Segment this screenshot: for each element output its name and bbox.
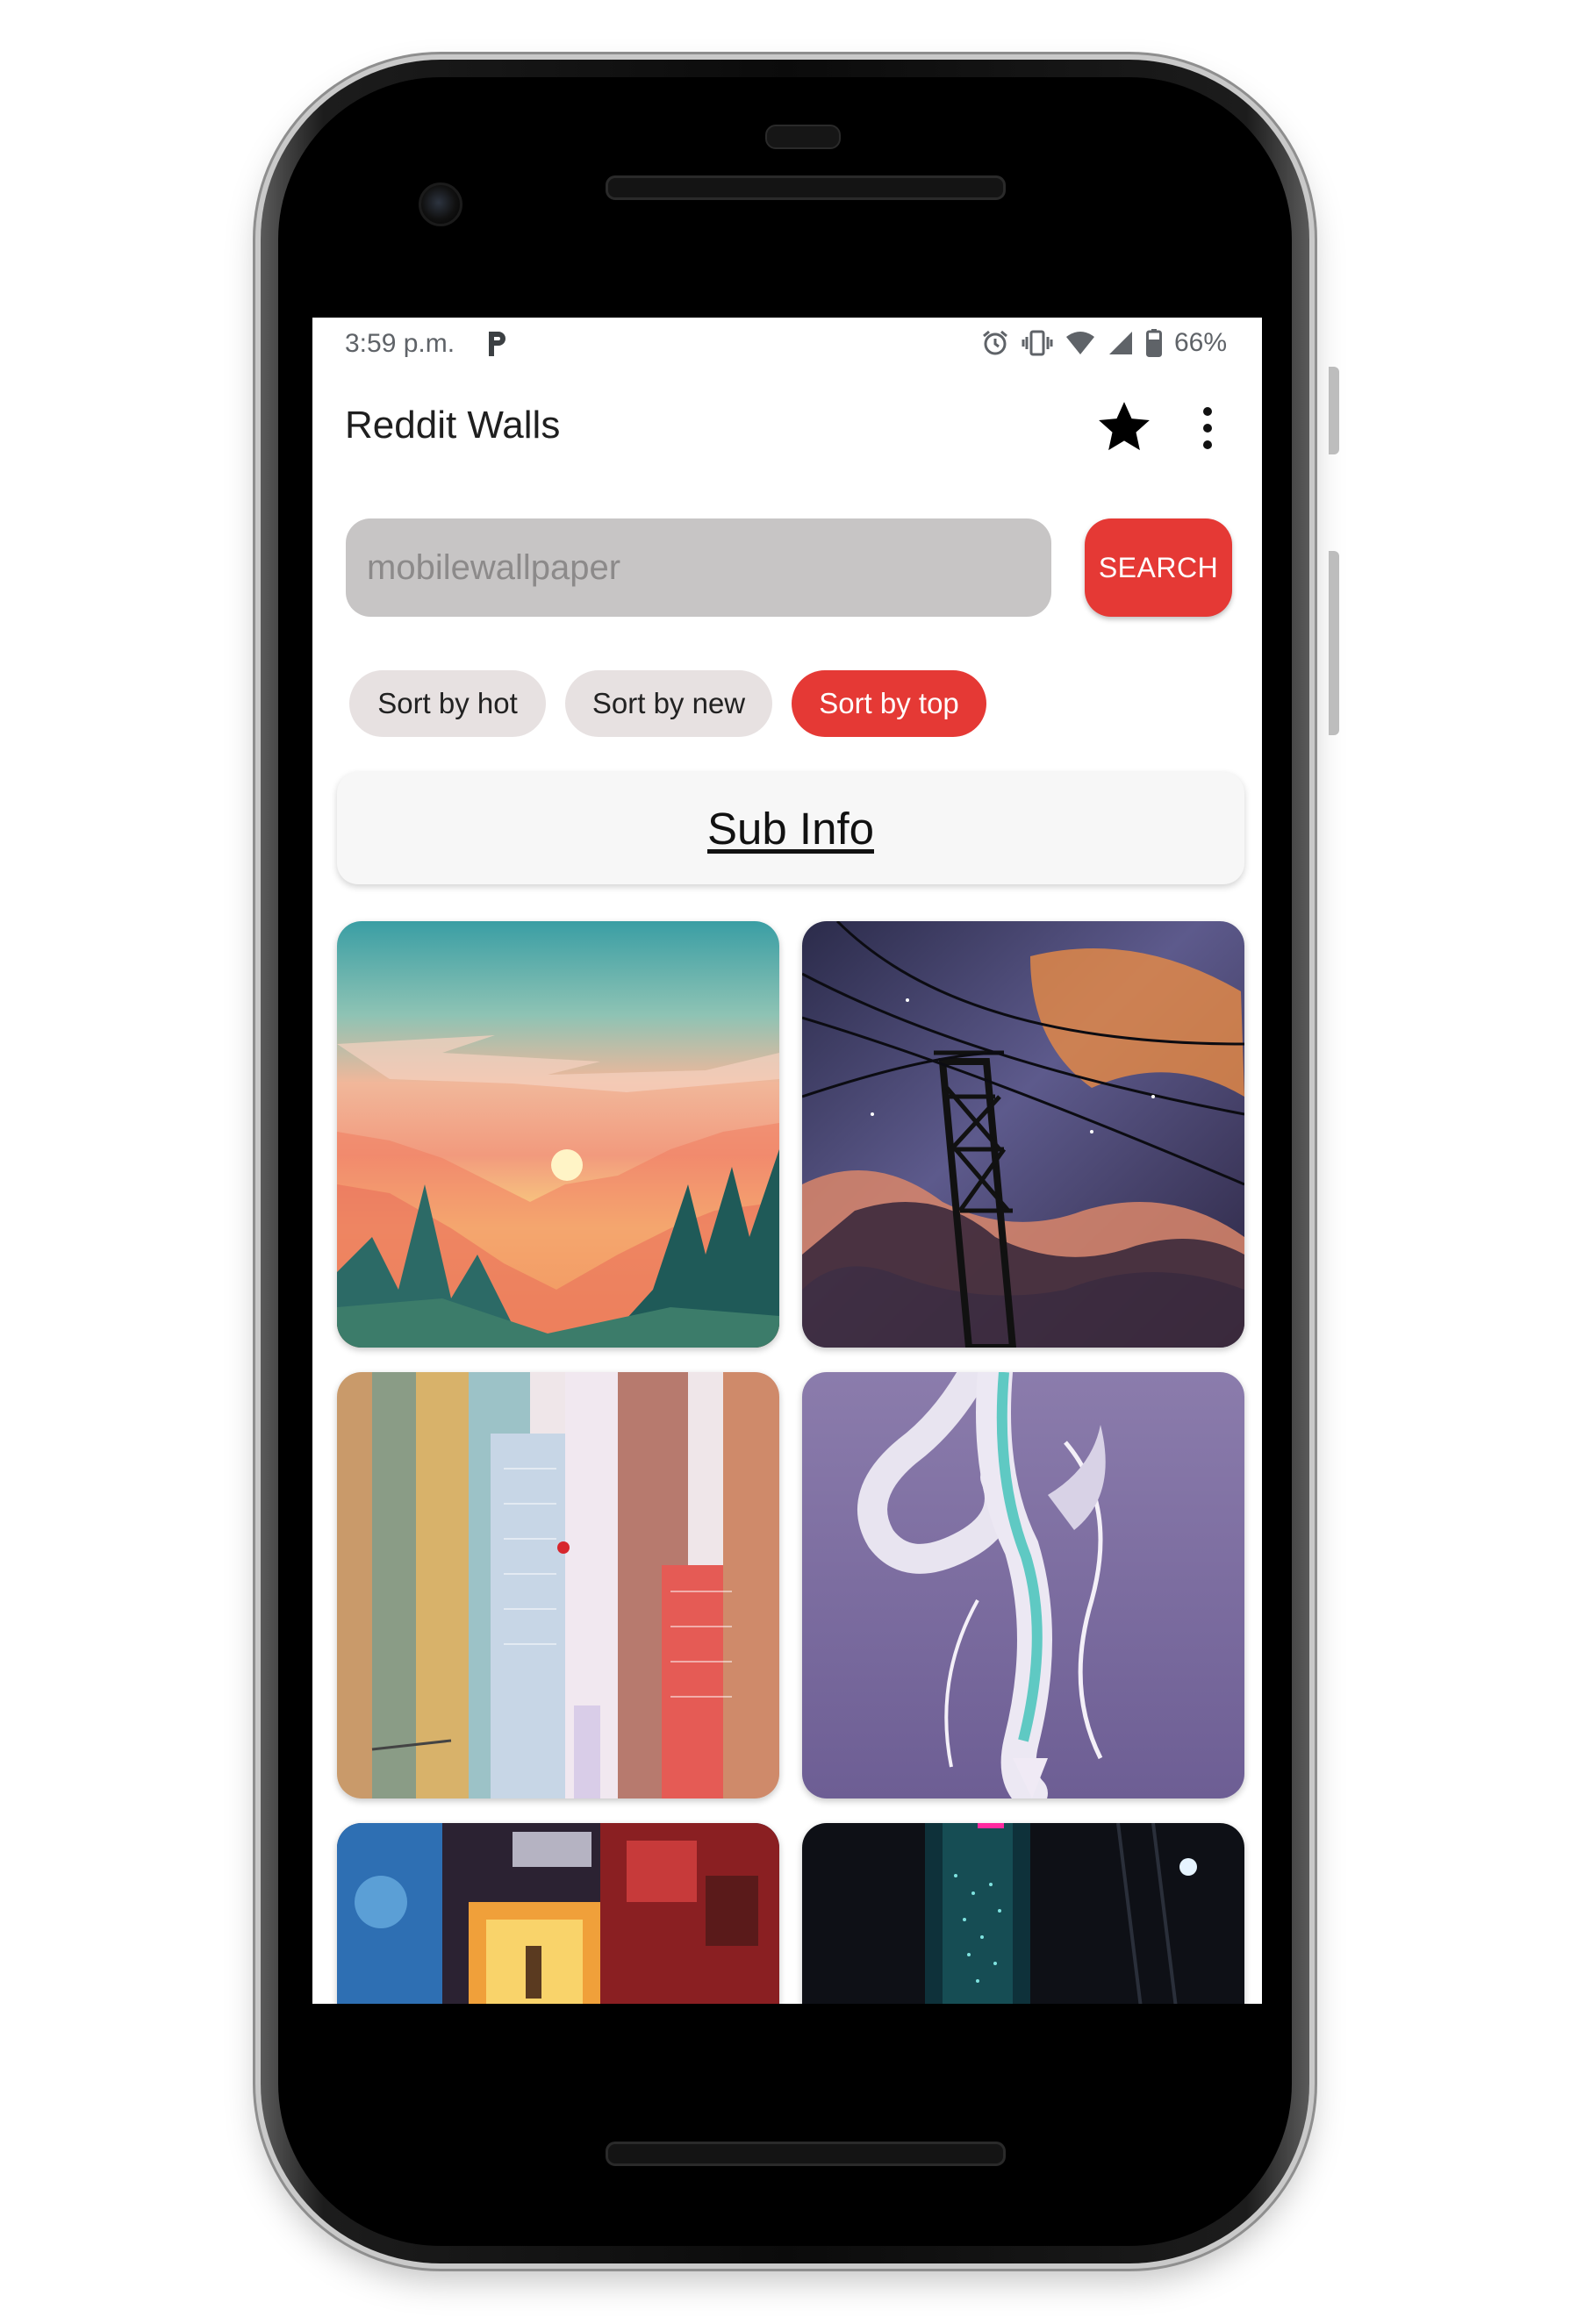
white-dragon-image xyxy=(802,1372,1244,1798)
wallpaper-tile-power-lines[interactable] xyxy=(802,921,1244,1348)
battery-percent: 66% xyxy=(1173,328,1227,357)
wallpaper-tile-city[interactable] xyxy=(337,1372,779,1798)
volume-button xyxy=(1329,551,1339,735)
star-icon[interactable] xyxy=(1095,398,1153,456)
sort-new-chip[interactable]: Sort by new xyxy=(565,670,772,737)
earpiece xyxy=(765,125,841,149)
alarm-icon xyxy=(982,330,1007,355)
app-screen: 3:59 p.m. 66% Reddit Walls mobilewallpap… xyxy=(312,318,1262,2004)
app-bar: Reddit Walls xyxy=(312,374,1262,479)
status-icons: 66% xyxy=(981,328,1227,358)
more-vert-icon[interactable] xyxy=(1199,405,1216,451)
wallpaper-tile-dragon[interactable] xyxy=(802,1372,1244,1798)
dark-alley-image xyxy=(802,1823,1244,2004)
forest-sunset-image xyxy=(337,921,779,1348)
wallpaper-tile-forest-sunset[interactable] xyxy=(337,921,779,1348)
front-camera xyxy=(419,182,462,226)
app-title: Reddit Walls xyxy=(345,404,561,447)
sort-hot-label: Sort by hot xyxy=(377,687,518,719)
neon-room-image xyxy=(337,1823,779,2004)
top-speaker xyxy=(606,175,1006,200)
subreddit-search-input[interactable] xyxy=(346,518,1051,617)
battery-icon xyxy=(1145,329,1162,357)
sort-new-label: Sort by new xyxy=(591,687,746,719)
parking-icon xyxy=(489,332,505,356)
bottom-speaker xyxy=(606,2142,1006,2166)
sort-top-chip[interactable]: Sort by top xyxy=(792,670,986,737)
power-lines-image xyxy=(802,921,1244,1348)
city-buildings-image xyxy=(337,1372,779,1798)
sort-hot-chip[interactable]: Sort by hot xyxy=(349,670,546,737)
sort-top-label: Sort by top xyxy=(819,687,959,719)
wallpaper-tile-dark-alley[interactable] xyxy=(802,1823,1244,2004)
status-bar: 3:59 p.m. 66% xyxy=(312,318,1262,374)
wifi-icon xyxy=(1065,332,1094,354)
sub-info-label: Sub Info xyxy=(707,803,874,854)
power-button xyxy=(1329,367,1339,454)
wallpaper-tile-neon-room[interactable] xyxy=(337,1823,779,2004)
vibrate-icon xyxy=(1022,330,1053,356)
status-time: 3:59 p.m. xyxy=(345,329,455,358)
search-button[interactable]: SEARCH xyxy=(1085,518,1232,617)
sub-info-card[interactable]: Sub Info xyxy=(337,772,1244,884)
signal-icon xyxy=(1108,332,1132,354)
